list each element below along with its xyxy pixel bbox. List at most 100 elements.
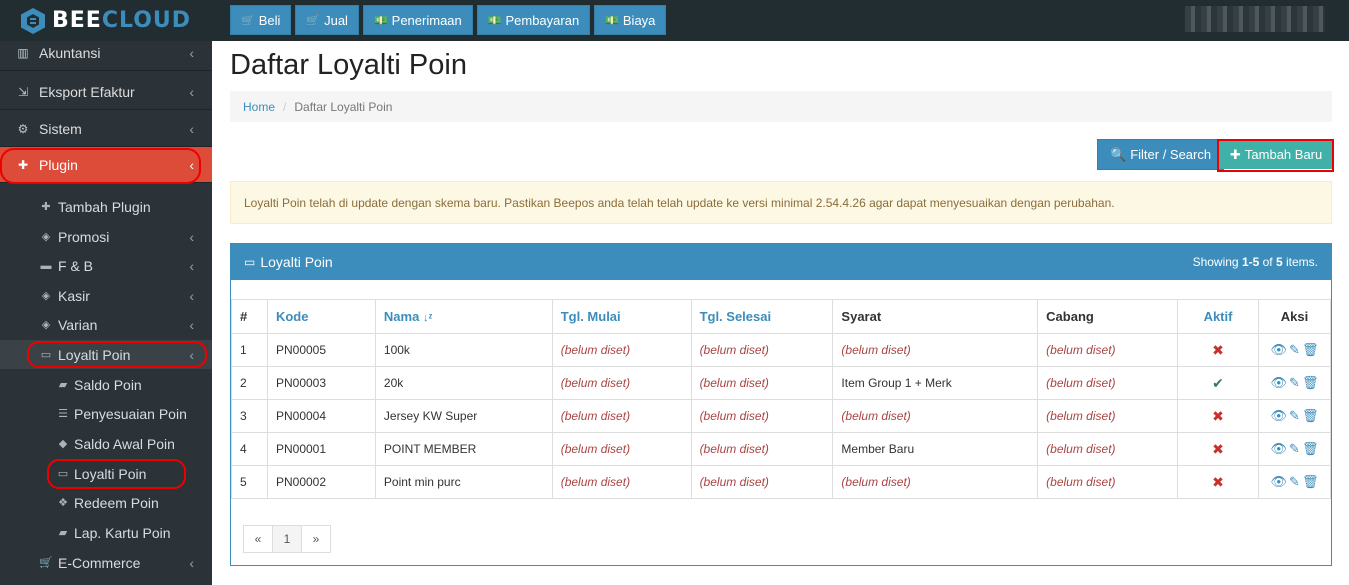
keyboard-icon: ▬ [40,259,52,272]
col-header-syarat: Syarat [832,299,1039,334]
filter-search-button[interactable]: 🔍 Filter / Search [1097,139,1225,170]
chevron-left-icon: ‹ [189,44,194,61]
sidebar-item-redeem-poin[interactable]: ❖ Redeem Poin [0,488,212,517]
sidebar-item-loyalti-poin[interactable]: ▭ Loyalti Poin [0,459,212,488]
sidebar-item-sistem[interactable]: ⚙ Sistem ‹ [0,111,212,147]
tambah-baru-button[interactable]: ✚ Tambah Baru [1218,140,1335,169]
chevron-left-icon: ‹ [189,120,194,137]
delete-trash-icon[interactable]: 🗑 [1302,375,1319,390]
sidebar-item-saldo-poin[interactable]: ▰ Saldo Poin [0,370,212,399]
view-eye-icon[interactable]: 👁 [1271,474,1288,489]
card-icon: ▭ [40,349,52,361]
delete-trash-icon[interactable]: 🗑 [1302,408,1319,423]
main-content: Daftar Loyalti Poin Home / Daftar Loyalt… [212,41,1349,585]
sidebar-item-lap-kartu-poin[interactable]: ▰ Lap. Kartu Poin [0,518,212,547]
table-row: 4 PN00001 POINT MEMBER (belum diset) (belum … [231,432,1332,466]
cell-no: 3 [231,399,268,433]
cell-syarat: (belum diset) [832,399,1039,433]
cell-aksi: 👁 ✎ 🗑 [1257,366,1332,400]
pagination: « 1 » [243,525,331,553]
view-eye-icon[interactable]: 👁 [1271,441,1288,456]
cell-aksi: 👁 ✎ 🗑 [1257,399,1332,433]
jual-button[interactable]: 🛒 Jual [295,5,359,35]
check-icon: ✔ [1212,374,1224,391]
quick-actions: 🛒 Beli 🛒 Jual 💵 Penerimaan 💵 Pembayaran 💵 Bia… [230,5,667,35]
cell-cabang: (belum diset) [1037,333,1179,367]
cell-tgl-selesai: (belum diset) [690,366,834,400]
col-header-aktif[interactable]: Aktif [1177,299,1259,334]
tags-icon: ◈ [41,290,51,302]
cell-aktif: ✖ [1177,333,1259,367]
pembayaran-button[interactable]: 💵 Pembayaran [476,5,591,35]
cell-nama: Jersey KW Super [374,399,553,433]
col-header-kode[interactable]: Kode [266,299,376,334]
sidebar-item-varian[interactable]: ◈ Varian ‹ [0,310,212,339]
chevron-left-icon: ‹ [189,287,194,304]
search-icon: 🔍 [1110,146,1127,162]
view-eye-icon[interactable]: 👁 [1271,408,1288,423]
pagination-page-1[interactable]: 1 [272,525,302,553]
cell-aktif: ✖ [1177,465,1259,499]
sidebar-item-kasir[interactable]: ◈ Kasir ‹ [0,281,212,310]
col-header-tgl-mulai[interactable]: Tgl. Mulai [551,299,692,334]
edit-pencil-icon[interactable]: ✎ [1289,375,1300,390]
loyalti-poin-table: # Kode Nama ↓ᶻ Tgl. Mulai Tgl. Selesai S… [231,299,1332,499]
col-header-no: # [231,299,268,334]
sidebar-item-saldo-awal-poin[interactable]: ◆ Saldo Awal Poin [0,429,212,458]
tags-icon: ◈ [41,231,51,243]
cell-syarat: (belum diset) [832,465,1039,499]
view-eye-icon[interactable]: 👁 [1271,375,1288,390]
sidebar-item-plugin[interactable]: ✚ Plugin ‹ [0,147,212,183]
money-icon: 💵 [487,14,502,27]
panel-header: ▭ Loyalti Poin Showing 1-5 of 5 items. [231,244,1331,280]
breadcrumb-home-link[interactable]: Home [243,100,275,114]
sidebar-item-fnb[interactable]: ▬ F & B ‹ [0,251,212,280]
cell-syarat: Member Baru [832,432,1039,466]
pagination-next[interactable]: » [301,525,331,553]
table-row: 5 PN00002 Point min purc (belum diset) (belu… [231,465,1332,499]
cell-no: 4 [231,432,268,466]
pagination-prev[interactable]: « [243,525,273,553]
cell-aktif: ✔ [1177,366,1259,400]
breadcrumb: Home / Daftar Loyalti Poin [230,91,1332,122]
cell-syarat: (belum diset) [832,333,1039,367]
col-header-tgl-selesai[interactable]: Tgl. Selesai [690,299,834,334]
sidebar: ▥ Akuntansi ‹ ⇲ Eksport Efaktur ‹ ⚙ Sistem ‹ ✚… [0,41,212,585]
delete-trash-icon[interactable]: 🗑 [1302,474,1319,489]
x-icon: ✖ [1212,473,1224,490]
delete-trash-icon[interactable]: 🗑 [1302,441,1319,456]
edit-pencil-icon[interactable]: ✎ [1289,342,1300,357]
beli-button[interactable]: 🛒 Beli [230,5,292,35]
cell-aktif: ✖ [1177,432,1259,466]
sidebar-item-tambah-plugin[interactable]: ✚ Tambah Plugin [0,192,212,221]
sidebar-item-loyalti-poin-group[interactable]: ▭ Loyalti Poin ‹ [0,340,212,369]
cell-nama: 100k [374,333,553,367]
update-alert: Loyalti Poin telah di update dengan skem… [230,181,1332,224]
view-eye-icon[interactable]: 👁 [1271,342,1288,357]
edit-pencil-icon[interactable]: ✎ [1289,441,1300,456]
sidebar-item-penyesuaian-poin[interactable]: ☰ Penyesuaian Poin [0,399,212,428]
card-icon: ▭ [244,255,256,269]
edit-pencil-icon[interactable]: ✎ [1289,408,1300,423]
sidebar-item-eksport-efaktur[interactable]: ⇲ Eksport Efaktur ‹ [0,74,212,110]
cell-nama: Point min purc [374,465,553,499]
cell-tgl-selesai: (belum diset) [690,399,834,433]
tag-icon: ◆ [58,438,68,450]
cell-aksi: 👁 ✎ 🗑 [1257,432,1332,466]
biaya-button[interactable]: 💵 Biaya [594,5,667,35]
col-header-nama[interactable]: Nama ↓ᶻ [374,299,553,334]
chevron-left-icon: ‹ [189,346,194,363]
cell-tgl-selesai: (belum diset) [690,432,834,466]
sort-alpha-icon: ↓ᶻ [422,312,433,324]
sidebar-item-akuntansi[interactable]: ▥ Akuntansi ‹ [0,35,212,71]
sidebar-item-e-commerce[interactable]: 🛒 E-Commerce ‹ [0,548,212,577]
penerimaan-button[interactable]: 💵 Penerimaan [362,5,473,35]
user-menu-blurred[interactable] [1185,6,1325,32]
edit-pencil-icon[interactable]: ✎ [1289,474,1300,489]
breadcrumb-current: Daftar Loyalti Poin [294,99,393,114]
delete-trash-icon[interactable]: 🗑 [1302,342,1319,357]
cart-icon: 🛒 [306,14,321,27]
loyalti-poin-panel: ▭ Loyalti Poin Showing 1-5 of 5 items. #… [230,243,1332,566]
cell-aksi: 👁 ✎ 🗑 [1257,465,1332,499]
sidebar-item-promosi[interactable]: ◈ Promosi ‹ [0,222,212,251]
